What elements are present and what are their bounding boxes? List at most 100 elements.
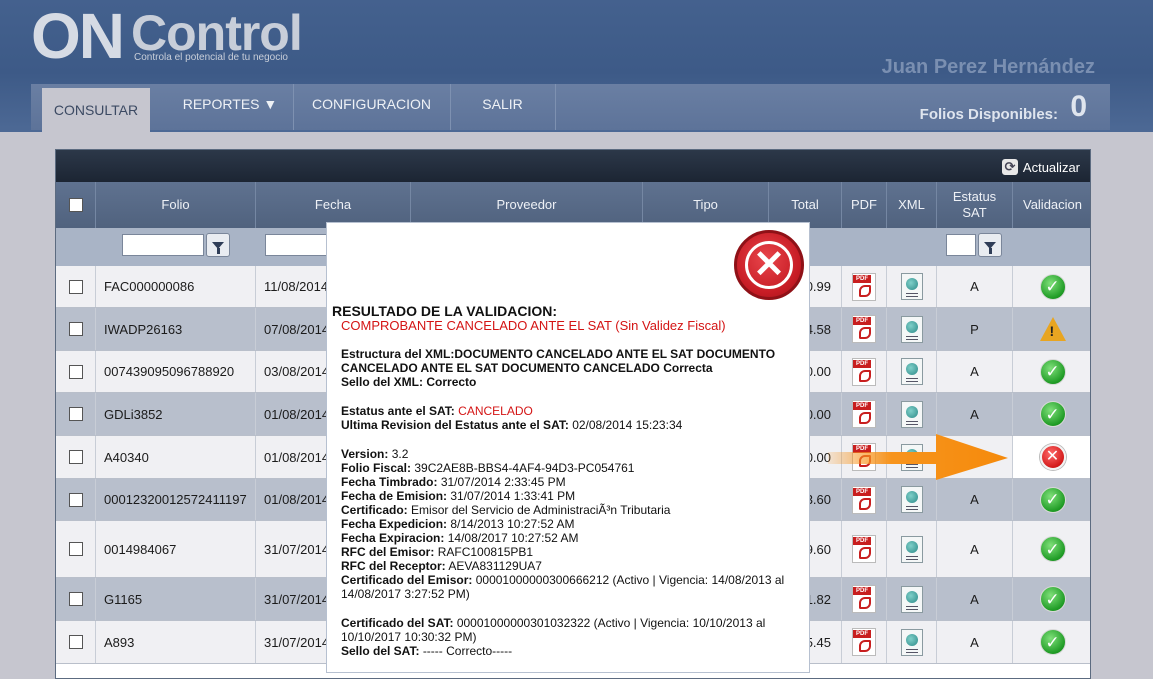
pdf-icon[interactable]: PDF <box>852 400 876 428</box>
cell-pdf: PDF <box>842 578 887 620</box>
row-checkbox[interactable] <box>68 592 83 606</box>
cell-estatus: A <box>937 393 1013 435</box>
valid-check-icon[interactable]: ✓ <box>1039 273 1066 300</box>
cell-validacion: ✓ <box>1013 578 1090 620</box>
header-select-all[interactable] <box>56 182 96 228</box>
folio-text: IWADP26163 <box>104 321 183 337</box>
xml-icon[interactable] <box>900 535 923 563</box>
pdf-icon[interactable]: PDF <box>852 535 876 563</box>
cell-check <box>56 578 96 620</box>
dialog-body: Estructura del XML:DOCUMENTO CANCELADO A… <box>341 347 801 658</box>
cell-pdf: PDF <box>842 521 887 577</box>
header-xml[interactable]: XML <box>887 182 937 228</box>
row-checkbox[interactable] <box>68 364 83 379</box>
fecha-text: 07/08/2014 <box>264 321 330 337</box>
cell-folio: GDLi3852 <box>96 393 256 435</box>
fecha-text: 31/07/2014 <box>264 591 330 607</box>
header-estatus-sat[interactable]: Estatus SAT <box>937 182 1013 228</box>
cell-estatus: A <box>937 621 1013 663</box>
valid-check-icon[interactable]: ✓ <box>1039 586 1066 612</box>
logo-on: ON <box>31 0 125 72</box>
dialog-field-line: RFC del Receptor: AEVA831129UA7 <box>341 559 542 573</box>
fecha-text: 11/08/2014 <box>264 279 329 294</box>
cell-folio: FAC000000086 <box>96 266 256 307</box>
header-validacion[interactable]: Validacion <box>1013 182 1090 228</box>
cell-xml <box>887 621 937 663</box>
xml-icon[interactable] <box>900 486 923 513</box>
xml-icon[interactable] <box>900 315 923 343</box>
logo-tagline: Controla el potencial de tu negocio <box>134 52 288 63</box>
fecha-text: 01/08/2014 <box>264 449 330 465</box>
filter-estatus-input[interactable] <box>946 234 976 256</box>
filter-estatus-button[interactable] <box>978 233 1002 257</box>
xml-icon[interactable] <box>900 273 923 300</box>
nav-reportes[interactable]: REPORTES ▼ <box>167 84 293 130</box>
row-checkbox[interactable] <box>68 492 83 507</box>
warning-icon[interactable]: ! <box>1039 317 1066 341</box>
folio-text: G1165 <box>104 591 143 607</box>
xml-icon[interactable] <box>900 358 923 385</box>
estatus-text: A <box>970 591 979 607</box>
pdf-icon[interactable]: PDF <box>852 485 876 514</box>
valid-check-icon[interactable]: ✓ <box>1039 486 1066 513</box>
funnel-icon <box>212 241 224 254</box>
dialog-field-line: Version: 3.2 <box>341 447 409 461</box>
cell-validacion: ✓ <box>1013 521 1090 577</box>
row-checkbox[interactable] <box>68 279 83 294</box>
app-header: ON Control Controla el potencial de tu n… <box>0 0 1153 132</box>
folio-text: 0014984067 <box>104 541 177 557</box>
nav-salir[interactable]: SALIR <box>450 84 555 130</box>
filter-folio-button[interactable] <box>206 233 230 257</box>
error-x-icon[interactable]: ✕ <box>1039 444 1066 470</box>
nav-consultar[interactable]: CONSULTAR <box>42 88 150 132</box>
select-all-checkbox[interactable] <box>68 198 83 212</box>
pdf-icon[interactable]: PDF <box>852 628 876 656</box>
header-folio[interactable]: Folio <box>96 182 256 228</box>
dialog-field-line: Folio Fiscal: 39C2AE8B-BBS4-4AF4-94D3-PC… <box>341 461 635 475</box>
xml-icon[interactable] <box>900 628 923 656</box>
valid-check-icon[interactable]: ✓ <box>1039 536 1066 562</box>
close-icon: ✕ <box>745 241 793 289</box>
row-checkbox[interactable] <box>68 635 83 649</box>
cell-folio: 007439095096788920 <box>96 351 256 392</box>
cell-check <box>56 479 96 520</box>
close-button[interactable]: ✕ <box>734 230 804 300</box>
row-checkbox[interactable] <box>68 542 83 556</box>
cell-estatus: A <box>937 578 1013 620</box>
cell-check <box>56 521 96 577</box>
refresh-button[interactable]: ⟳ Actualizar <box>1001 157 1080 177</box>
cell-folio: G1165 <box>96 578 256 620</box>
folio-text: 00012320012572411197 <box>104 492 247 507</box>
dialog-field-line: RFC del Emisor: RAFC100815PB1 <box>341 545 534 559</box>
pdf-icon[interactable]: PDF <box>852 585 876 613</box>
pdf-icon[interactable]: PDF <box>852 272 876 301</box>
estatus-text: P <box>970 321 979 337</box>
fecha-text: 01/08/2014 <box>264 492 330 507</box>
valid-check-icon[interactable]: ✓ <box>1039 358 1066 385</box>
row-checkbox[interactable] <box>68 322 83 336</box>
dialog-title: RESULTADO DE LA VALIDACION: <box>332 303 558 319</box>
pdf-icon[interactable]: PDF <box>852 315 876 343</box>
estatus-text: A <box>970 279 979 294</box>
valid-check-icon[interactable]: ✓ <box>1039 401 1066 427</box>
filter-folio-input[interactable] <box>122 234 204 256</box>
valid-check-icon[interactable]: ✓ <box>1039 629 1066 655</box>
xml-icon[interactable] <box>900 400 923 428</box>
refresh-label: Actualizar <box>1022 159 1080 175</box>
row-checkbox[interactable] <box>68 450 83 464</box>
cell-check <box>56 266 96 307</box>
nav-configuracion[interactable]: CONFIGURACION <box>293 84 450 130</box>
folio-text: GDLi3852 <box>104 406 163 422</box>
validation-result-dialog: ✕ RESULTADO DE LA VALIDACION: COMPROBANT… <box>326 222 810 673</box>
ultima-revision-line: Ultima Revision del Estatus ante el SAT:… <box>341 418 683 432</box>
cell-pdf: PDF <box>842 351 887 392</box>
funnel-icon <box>984 241 996 254</box>
cell-validacion: ✓ <box>1013 479 1090 520</box>
cell-estatus: A <box>937 351 1013 392</box>
header-pdf[interactable]: PDF <box>842 182 887 228</box>
xml-icon[interactable] <box>900 585 923 613</box>
pdf-icon[interactable]: PDF <box>852 357 876 386</box>
row-checkbox[interactable] <box>68 407 83 421</box>
dialog-field-line: Certificado: Emisor del Servicio de Admi… <box>341 503 671 517</box>
dialog-field-line: Certificado del Emisor: 0000100000030066… <box>341 573 785 601</box>
